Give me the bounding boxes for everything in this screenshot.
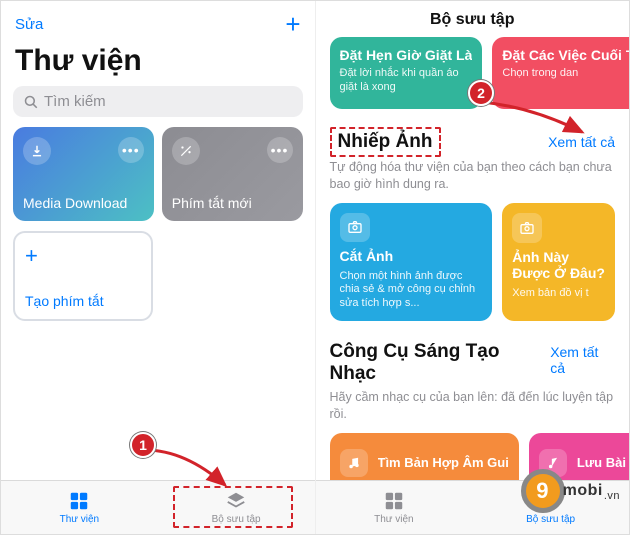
music-note-icon xyxy=(340,449,368,477)
shortcut-media-download[interactable]: ••• Media Download xyxy=(13,127,154,221)
section-head-photo: Nhiếp Ảnh Xem tất cả xyxy=(330,127,616,157)
card-label: Media Download xyxy=(23,195,144,211)
card-subtitle: Xem bản đồ vị t xyxy=(512,287,605,301)
wand-icon xyxy=(172,137,200,165)
tab-label: Thư viện xyxy=(60,514,100,525)
card-title: Lưu Bài Hát xyxy=(577,455,629,470)
card-label: Phím tắt mới xyxy=(172,195,293,211)
watermark-9mobi: 9 mobi .vn xyxy=(521,469,620,513)
tab-label: Bộ sưu tập xyxy=(212,514,261,525)
card-crop-image[interactable]: Cắt Ảnh Chọn một hình ảnh được chia sẻ &… xyxy=(330,203,493,321)
section-title-photo: Nhiếp Ảnh xyxy=(330,127,441,157)
watermark-digit: 9 xyxy=(521,469,565,513)
add-button[interactable]: + xyxy=(285,9,300,40)
card-laundry-timer[interactable]: Đặt Hẹn Giờ Giặt Là Đặt lời nhắc khi quầ… xyxy=(330,37,483,109)
section-sub-photo: Tự động hóa thư viện của bạn theo cách b… xyxy=(330,159,616,193)
edit-button[interactable]: Sửa xyxy=(15,16,43,33)
create-shortcut-tile[interactable]: + Tạo phím tắt xyxy=(13,231,153,321)
card-subtitle: Chọn một hình ảnh được chia sẻ & mở công… xyxy=(340,270,483,311)
more-icon[interactable]: ••• xyxy=(118,137,144,163)
tab-library[interactable]: Thư viện xyxy=(316,481,473,534)
see-all-music[interactable]: Xem tất cả xyxy=(550,344,615,376)
card-weekend-tasks[interactable]: Đặt Các Việc Cuối Tuần Chọn trong dan xyxy=(492,37,629,109)
gallery-scroll[interactable]: Đặt Hẹn Giờ Giặt Là Đặt lời nhắc khi quầ… xyxy=(316,37,630,534)
section-title-music: Công Cụ Sáng Tạo Nhạc xyxy=(330,339,551,387)
more-icon[interactable]: ••• xyxy=(267,137,293,163)
plus-icon: + xyxy=(25,243,141,269)
download-icon xyxy=(23,137,51,165)
annotation-badge-1: 1 xyxy=(130,432,156,458)
section-head-music: Công Cụ Sáng Tạo Nhạc Xem tất cả xyxy=(330,339,616,387)
camera-icon xyxy=(340,213,370,242)
grid-icon xyxy=(383,490,405,512)
section-sub-music: Hãy cầm nhạc cụ của bạn lên: đã đến lúc … xyxy=(330,389,616,423)
grid-icon xyxy=(68,490,90,512)
create-label: Tạo phím tắt xyxy=(25,293,141,309)
watermark-suffix: .vn xyxy=(604,490,620,502)
tabbar-left: Thư viện Bộ sưu tập xyxy=(1,480,315,534)
see-all-photo[interactable]: Xem tất cả xyxy=(548,134,615,150)
phone-left-library: Sửa + Thư viện Tìm kiếm ••• Media Downlo… xyxy=(1,1,316,534)
watermark-text: mobi xyxy=(563,482,603,500)
topbar: Sửa + xyxy=(1,1,315,42)
annotation-badge-2: 2 xyxy=(468,80,494,106)
search-icon xyxy=(23,94,38,109)
camera-icon xyxy=(512,213,542,243)
tab-label: Thư viện xyxy=(374,514,414,525)
shortcut-cards-row: ••• Media Download ••• Phím tắt mới xyxy=(1,127,315,221)
search-placeholder: Tìm kiếm xyxy=(44,93,106,110)
card-where-photo[interactable]: Ảnh Này Được Ở Đâu? Xem bản đồ vị t xyxy=(502,203,615,321)
card-title: Đặt Các Việc Cuối Tuần xyxy=(502,47,629,63)
tab-label: Bộ sưu tập xyxy=(526,514,575,525)
card-title: Ảnh Này Được Ở Đâu? xyxy=(512,249,605,281)
tab-gallery[interactable]: Bộ sưu tập xyxy=(158,481,315,534)
row-photo-cards: Cắt Ảnh Chọn một hình ảnh được chia sẻ &… xyxy=(330,203,616,321)
layers-icon xyxy=(225,490,247,512)
gallery-header: Bộ sưu tập xyxy=(316,1,630,37)
page-title: Thư viện xyxy=(1,42,315,86)
shortcut-new[interactable]: ••• Phím tắt mới xyxy=(162,127,303,221)
card-title: Cắt Ảnh xyxy=(340,248,483,264)
card-subtitle: Đặt lời nhắc khi quần áo giặt là xong xyxy=(340,67,473,95)
phone-right-gallery: Bộ sưu tập Đặt Hẹn Giờ Giặt Là Đặt lời n… xyxy=(316,1,630,534)
card-title: Tìm Bản Hợp Âm Gui xyxy=(378,455,509,470)
card-title: Đặt Hẹn Giờ Giặt Là xyxy=(340,47,473,63)
tab-library[interactable]: Thư viện xyxy=(1,481,158,534)
card-subtitle: Chọn trong dan xyxy=(502,67,629,81)
search-input[interactable]: Tìm kiếm xyxy=(13,86,303,117)
